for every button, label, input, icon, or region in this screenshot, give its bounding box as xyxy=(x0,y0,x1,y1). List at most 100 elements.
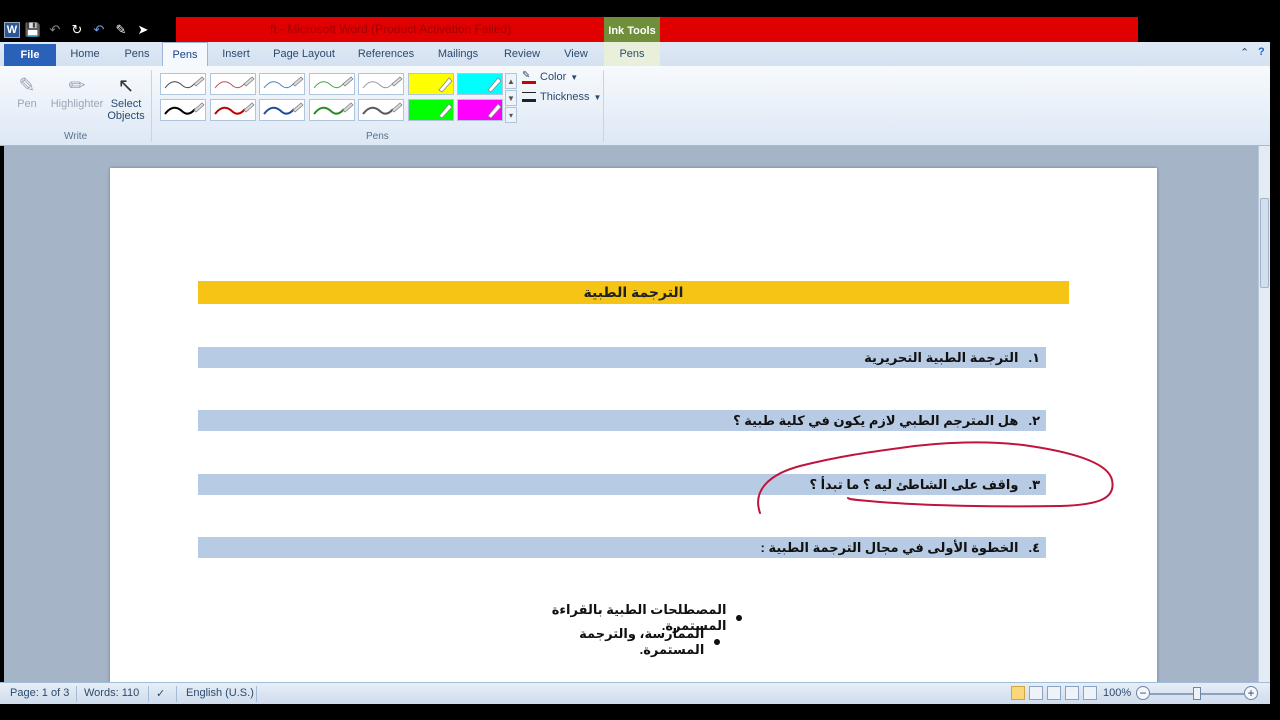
group-divider xyxy=(603,70,604,142)
thickness-label: Thickness xyxy=(540,91,590,103)
tab-review[interactable]: Review xyxy=(496,42,548,66)
zoom-in-icon[interactable]: + xyxy=(1244,686,1258,700)
help-icon[interactable]: ? xyxy=(1258,46,1265,58)
web-layout-view-icon[interactable] xyxy=(1047,686,1061,700)
pen-swatch[interactable] xyxy=(209,99,256,121)
question-number: ١. xyxy=(1028,349,1040,365)
status-divider xyxy=(76,686,77,702)
group-divider xyxy=(151,70,152,142)
chevron-down-icon: ▼ xyxy=(593,92,602,102)
thickness-button[interactable]: Thickness ▼ xyxy=(522,91,601,103)
tab-view[interactable]: View xyxy=(554,42,598,66)
pen-button-label: Pen xyxy=(17,98,37,110)
print-layout-view-icon[interactable] xyxy=(1011,686,1025,700)
status-divider xyxy=(176,686,177,702)
question-text: الخطوة الأولى في مجال الترجمة الطبية : xyxy=(760,539,1019,555)
highlighter-swatch[interactable] xyxy=(407,73,454,95)
pens-group-label: Pens xyxy=(366,131,389,142)
pen-swatch[interactable] xyxy=(209,73,256,95)
save-icon[interactable]: 💾 xyxy=(24,21,42,39)
proofing-icon[interactable]: ✓ xyxy=(156,687,165,700)
highlighter-icon: ✏ xyxy=(68,74,86,97)
highlighter-swatch[interactable] xyxy=(407,99,454,121)
select-label-1: Select xyxy=(110,98,142,110)
pen-swatch[interactable] xyxy=(160,99,206,121)
highlighter-swatch[interactable] xyxy=(457,99,503,121)
tab-file[interactable]: File xyxy=(4,44,56,66)
write-group-label: Write xyxy=(64,131,88,142)
bullet-text: الممارسة، والترجمة المستمرة. xyxy=(579,626,705,657)
status-bar: Page: 1 of 3 Words: 110 ✓ English (U.S.)… xyxy=(0,682,1270,704)
zoom-slider-thumb[interactable] xyxy=(1193,687,1201,700)
ink-tools-context-group: Ink Tools xyxy=(604,17,660,44)
question-row-4[interactable]: ٤. الخطوة الأولى في مجال الترجمة الطبية … xyxy=(198,537,1046,558)
thickness-icon xyxy=(522,92,536,102)
pen-swatch[interactable] xyxy=(358,99,404,121)
outline-view-icon[interactable] xyxy=(1065,686,1079,700)
question-number: ٣. xyxy=(1028,476,1040,492)
vertical-scrollbar[interactable] xyxy=(1258,146,1270,682)
status-divider xyxy=(256,686,257,702)
select-objects-button[interactable]: ↖ Select Objects xyxy=(106,72,146,123)
pen-swatch[interactable] xyxy=(259,99,305,121)
tab-mailings[interactable]: Mailings xyxy=(428,42,488,66)
color-label: Color xyxy=(540,71,567,83)
pen-swatch[interactable] xyxy=(160,73,206,95)
question-row-3[interactable]: ٣. واقف على الشاطئ ليه ؟ ما تبدأ ؟ xyxy=(198,474,1046,495)
tab-ink-pens[interactable]: Pens xyxy=(604,42,660,66)
tab-page-layout[interactable]: Page Layout xyxy=(266,42,342,66)
language-indicator[interactable]: English (U.S.) xyxy=(186,687,254,699)
pointer-icon[interactable]: ➤ xyxy=(134,21,152,39)
tab-references[interactable]: References xyxy=(350,42,422,66)
highlighter-button[interactable]: ✏ Highlighter xyxy=(46,72,108,111)
bullet-icon xyxy=(736,615,742,621)
status-divider xyxy=(148,686,149,702)
bullet-item-2[interactable]: الممارسة، والترجمة المستمرة. xyxy=(520,626,720,658)
word-count[interactable]: Words: 110 xyxy=(84,687,139,699)
pen-swatch[interactable] xyxy=(358,73,404,95)
pen-button[interactable]: ✎ Pen xyxy=(12,72,42,111)
color-button[interactable]: ✎ Color ▼ xyxy=(522,70,578,84)
screen-edge-bottom xyxy=(0,704,1280,720)
question-text: واقف على الشاطئ ليه ؟ ما تبدأ ؟ xyxy=(809,476,1019,492)
question-text: هل المترجم الطبي لازم يكون في كلية طبية … xyxy=(733,412,1019,428)
tab-home[interactable]: Home xyxy=(62,42,108,66)
word-app-icon[interactable]: W xyxy=(4,22,20,38)
highlighter-button-label: Highlighter xyxy=(50,98,104,110)
ribbon-tab-bar: File Home Pens Pens Insert Page Layout R… xyxy=(0,42,1270,66)
question-text: الترجمة الطبية التحريرية xyxy=(864,349,1019,365)
zoom-out-icon[interactable]: − xyxy=(1136,686,1150,700)
bullet-icon xyxy=(714,639,720,645)
scrollbar-thumb[interactable] xyxy=(1260,198,1269,288)
minimize-ribbon-icon[interactable]: ⌃ xyxy=(1240,46,1249,59)
chevron-down-icon: ▼ xyxy=(570,72,579,82)
pointer-arrow-icon: ↖ xyxy=(117,74,135,97)
draft-view-icon[interactable] xyxy=(1083,686,1097,700)
document-heading[interactable]: الترجمة الطبية xyxy=(198,281,1069,304)
pen-swatch[interactable] xyxy=(308,99,355,121)
pen-edit-icon[interactable]: ✎ xyxy=(112,21,130,39)
pen-swatch[interactable] xyxy=(308,73,355,95)
gallery-more-icon[interactable]: ▾ xyxy=(505,107,517,123)
question-number: ٤. xyxy=(1028,539,1040,555)
tab-pens-active[interactable]: Pens xyxy=(162,42,208,66)
gallery-down-icon[interactable]: ▼ xyxy=(505,90,517,106)
page-count[interactable]: Page: 1 of 3 xyxy=(10,687,69,699)
pen-swatch[interactable] xyxy=(259,73,305,95)
redo-icon[interactable]: ↻ xyxy=(68,21,86,39)
highlighter-swatch[interactable] xyxy=(457,73,503,95)
undo-icon[interactable]: ↶ xyxy=(90,21,108,39)
pen-icon: ✎ xyxy=(18,74,36,97)
tab-pens[interactable]: Pens xyxy=(114,42,160,66)
question-row-1[interactable]: ١. الترجمة الطبية التحريرية xyxy=(198,347,1046,368)
question-row-2[interactable]: ٢. هل المترجم الطبي لازم يكون في كلية طب… xyxy=(198,410,1046,431)
quick-access-toolbar: W 💾 ↶ ↻ ↶ ✎ ➤ xyxy=(4,20,152,40)
undo-small-icon[interactable]: ↶ xyxy=(46,21,64,39)
full-screen-reading-view-icon[interactable] xyxy=(1029,686,1043,700)
window-title: ft - Microsoft Word (Product Activation … xyxy=(270,22,512,36)
zoom-level[interactable]: 100% xyxy=(1103,687,1131,699)
select-label-2: Objects xyxy=(107,110,145,122)
ribbon: ✎ Pen ✏ Highlighter ↖ Select Objects Wri… xyxy=(0,66,1270,146)
gallery-up-icon[interactable]: ▲ xyxy=(505,73,517,89)
tab-insert[interactable]: Insert xyxy=(212,42,260,66)
